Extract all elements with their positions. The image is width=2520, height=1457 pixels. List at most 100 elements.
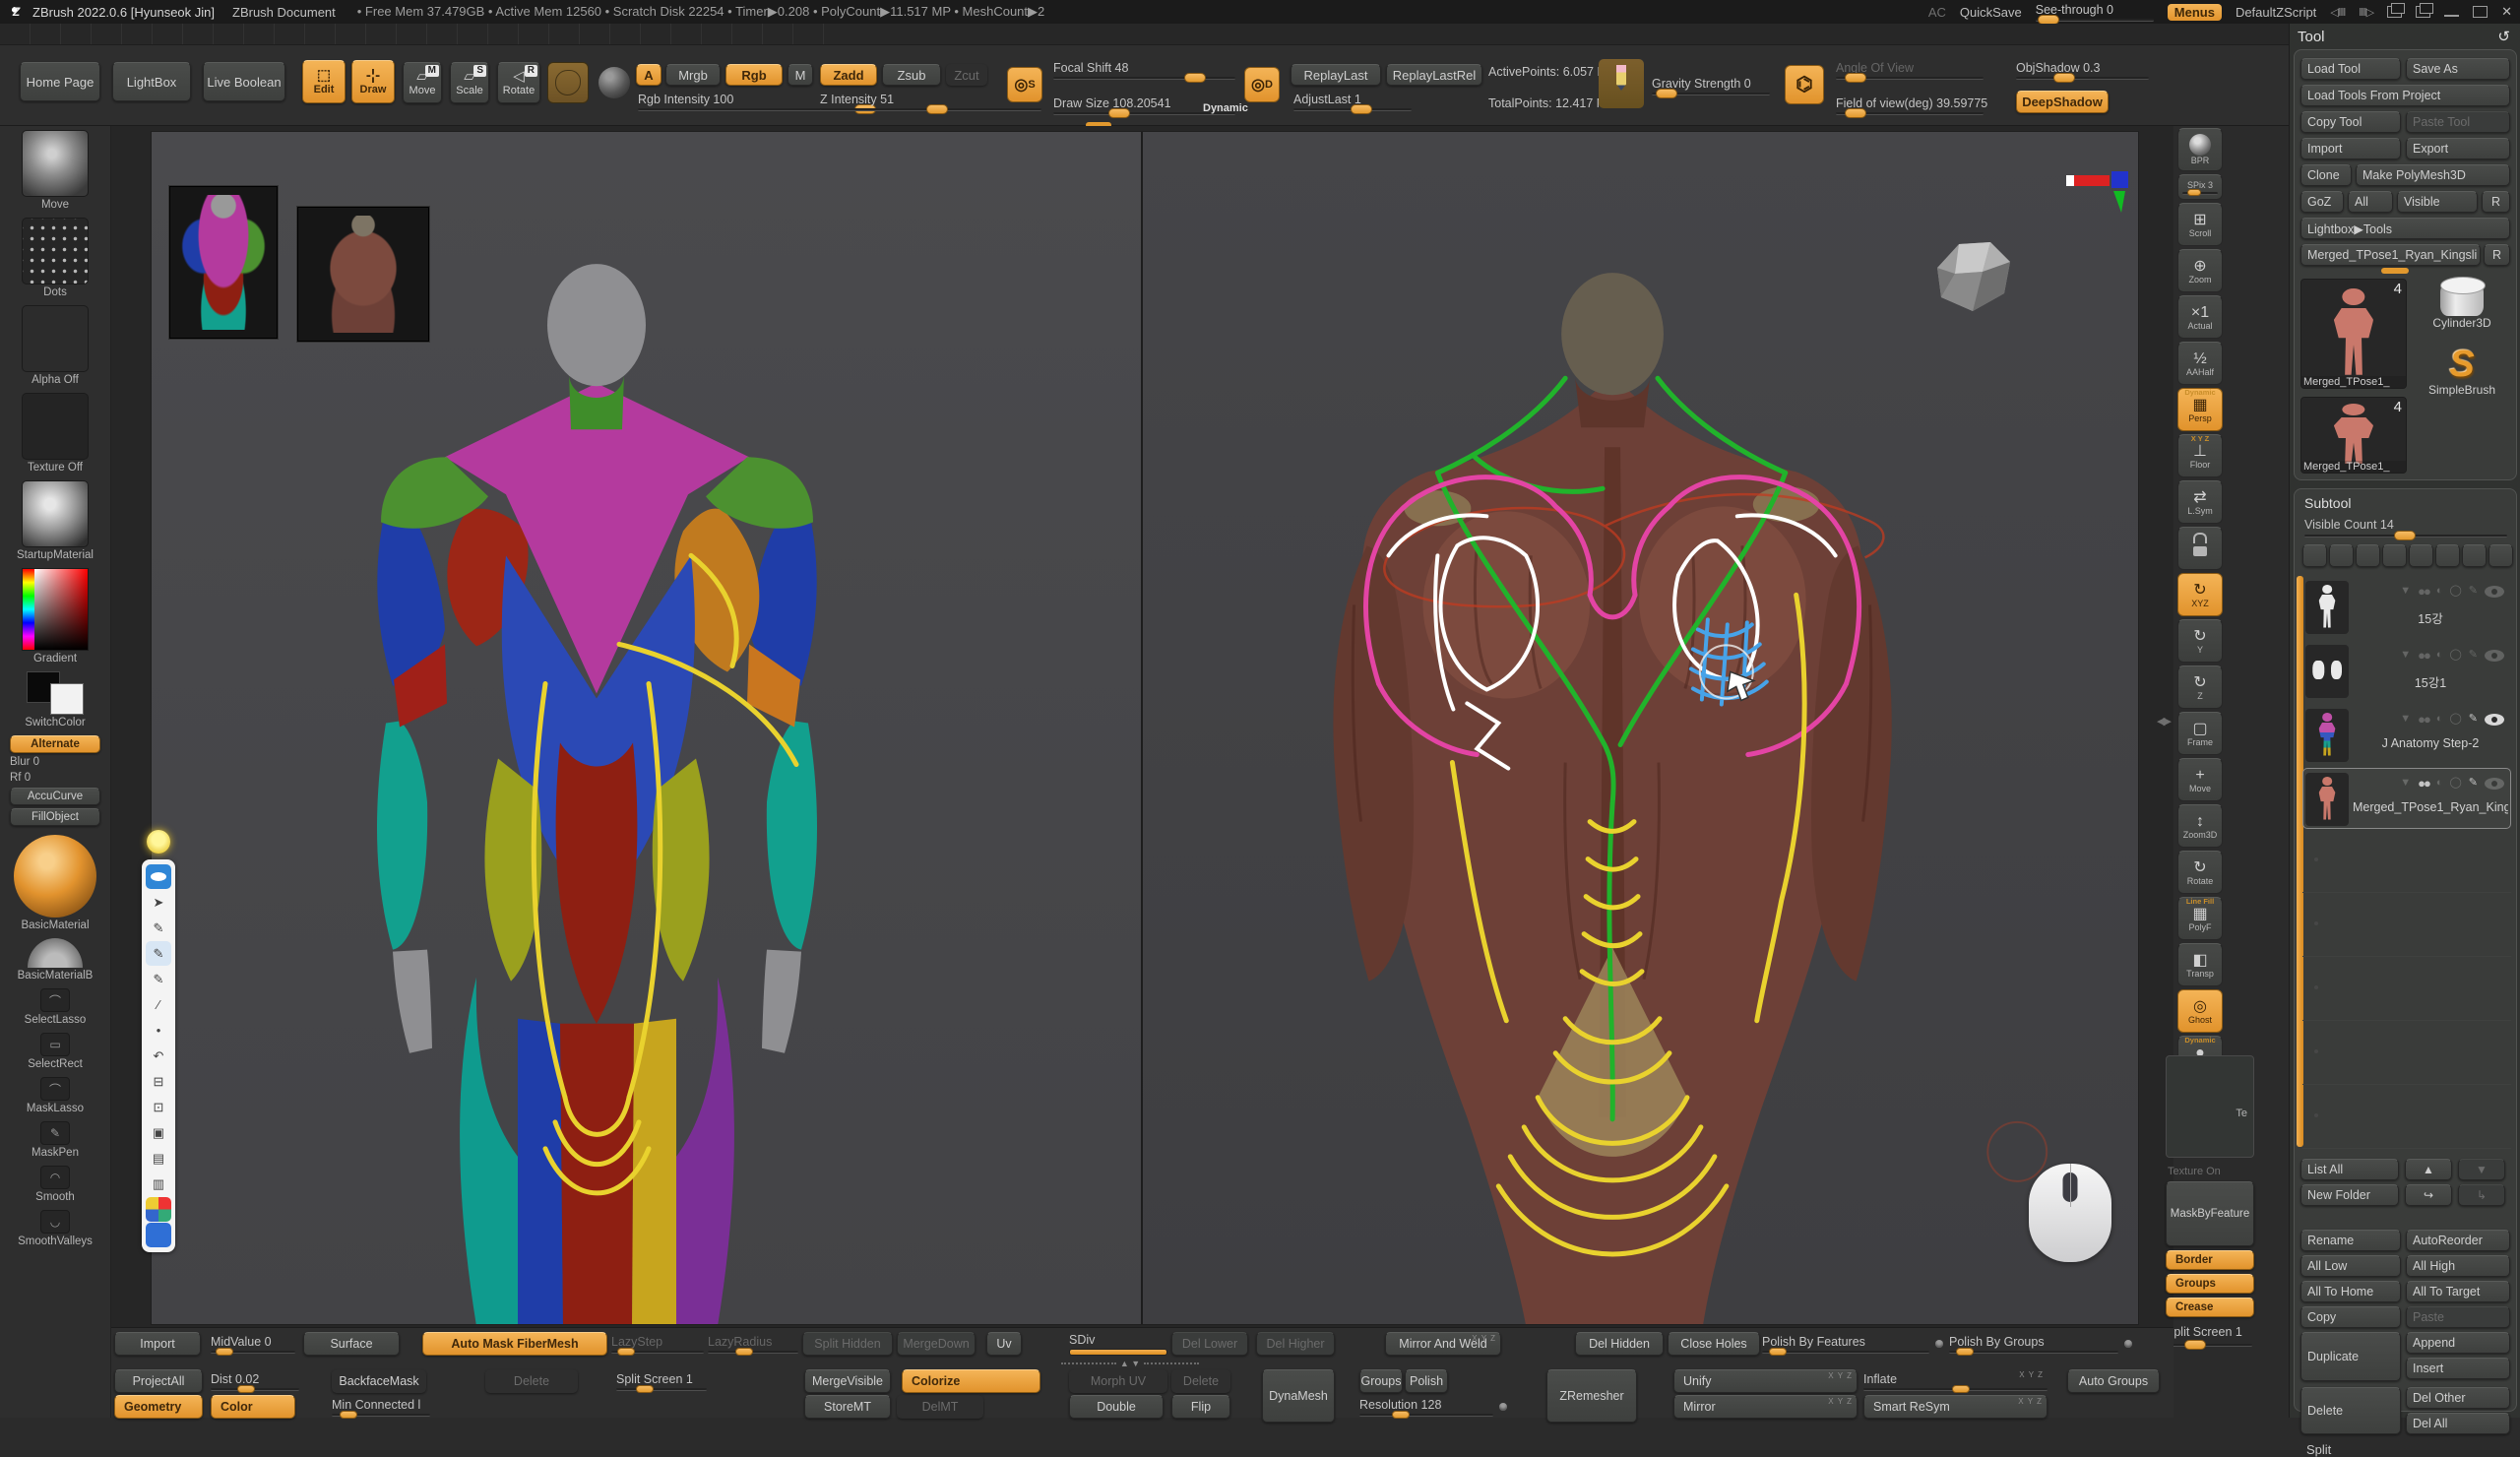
delete-button-2[interactable]: Delete [1171,1369,1230,1393]
annotation-tool[interactable]: • [146,1018,171,1043]
del-hidden-button[interactable]: Del Hidden [1575,1332,1664,1356]
backface-mask-button[interactable]: BackfaceMask [332,1369,426,1393]
edit-button[interactable]: ⬚Edit [302,60,346,103]
current-alpha-thumb[interactable] [22,305,89,372]
insert-button[interactable]: Insert [2406,1358,2510,1379]
mirror-and-weld-button[interactable]: X Y ZMirror And Weld [1385,1332,1501,1356]
copy-subtool-button[interactable]: Copy [2300,1306,2401,1328]
export-button[interactable]: Export [2406,138,2510,159]
menu-item[interactable] [610,24,641,44]
see-through-slider[interactable]: See-through 0 [2036,3,2154,22]
annotation-tool[interactable]: ⊡ [146,1095,171,1119]
visibility-eye-icon[interactable] [2485,714,2504,726]
goz-visible-button[interactable]: Visible [2397,191,2478,213]
current-brush-thumb[interactable] [22,130,89,197]
paint-brush-icon[interactable]: ✎ [2469,586,2478,597]
color-button[interactable]: Color [211,1395,295,1419]
mask-icon[interactable]: ◯ [2449,586,2461,597]
split-hidden-button[interactable]: Split Hidden [802,1332,893,1356]
right-shelf-button[interactable]: ½ AAHalf [2177,342,2223,385]
right-shelf-button[interactable]: + Move [2177,758,2223,801]
annotation-tool[interactable]: ✎ [146,967,171,991]
resolution-slider[interactable]: Resolution 128 [1359,1395,1493,1419]
slider-handle[interactable] [1392,1411,1410,1419]
window-layer-icon[interactable] [2387,6,2402,18]
material-preview-sphere[interactable] [598,67,630,98]
move-up-button[interactable]: ▲ [2405,1159,2452,1180]
subtool-view-tab[interactable] [2462,544,2487,567]
tray-collapse-right-icon[interactable]: ǀǀǀǀ▷ [2359,6,2373,19]
menu-item[interactable] [153,24,183,44]
copy-tool-button[interactable]: Copy Tool [2300,111,2401,133]
menu-item[interactable] [336,24,366,44]
menus-button[interactable]: Menus [2168,4,2222,21]
menu-item[interactable] [305,24,336,44]
project-all-button[interactable]: ProjectAll [114,1369,203,1393]
zsub-button[interactable]: Zsub [882,64,941,86]
annotation-tool[interactable] [146,1223,171,1247]
paint-brush-icon[interactable]: ✎ [2469,778,2478,789]
slider-handle[interactable] [636,1385,654,1393]
menu-item[interactable] [397,24,427,44]
subtool-row[interactable]: ▼ ●● ◐ ◯ ✎ Merged_TPose1_Ryan_Kingslie [2302,768,2511,829]
slider-handle[interactable] [2187,189,2201,196]
palette-reset-icon[interactable]: ↺ [2497,28,2510,45]
draw-button[interactable]: -¦-Draw [351,60,395,103]
tool-r-button[interactable]: R [2484,244,2510,266]
shade-icon[interactable]: ◐ [2436,714,2443,725]
right-shelf-button[interactable]: ◎ Ghost [2177,989,2223,1033]
append-button[interactable]: Append [2406,1332,2510,1354]
del-other-button[interactable]: Del Other [2406,1387,2510,1409]
merge-down-button[interactable]: MergeDown [897,1332,976,1356]
field-of-view-slider[interactable]: Field of view(deg) 39.59775 [1836,96,1984,115]
auto-groups-button[interactable]: Auto Groups [2067,1369,2160,1393]
active-tool-thumb[interactable]: 4 Merged_TPose1_ [2300,279,2407,389]
rotate-button[interactable]: R ◁Rotate [497,62,540,103]
annotation-tool[interactable]: ▤ [146,1146,171,1171]
switch-color-widget[interactable] [27,671,84,715]
basic-material-sphere[interactable] [14,835,96,918]
del-higher-button[interactable]: Del Higher [1256,1332,1335,1356]
polish-by-features-slider[interactable]: Polish By Features [1762,1332,1929,1356]
subtool-row[interactable]: ▼ ●● ◐ ◯ ✎ J Anatomy Step-2 [2302,704,2511,765]
list-move-icon[interactable]: ▼ [2400,778,2411,789]
polypaint-icon[interactable]: ●● [2418,714,2429,725]
alternate-button[interactable]: Alternate [10,735,100,753]
duplicate-button[interactable]: Duplicate [2300,1332,2401,1381]
replay-settings-icon[interactable]: ◎D [1244,67,1280,102]
slider-handle[interactable] [2394,531,2416,540]
list-move-icon[interactable]: ▼ [2400,586,2411,597]
merge-visible-button[interactable]: MergeVisible [804,1369,891,1393]
save-as-button[interactable]: Save As [2406,58,2510,80]
import-button[interactable]: Import [2300,138,2401,159]
annotation-tool[interactable]: ✎ [146,941,171,966]
subtool-row[interactable]: ▼ ●● ◐ ◯ ✎ 15강 [2302,576,2511,637]
subtool-view-tab[interactable] [2488,544,2513,567]
menu-item[interactable] [31,24,61,44]
menu-item[interactable] [641,24,671,44]
mirror-button[interactable]: X Y ZMirror [1673,1395,1858,1419]
polypaint-icon[interactable]: ●● [2418,650,2429,661]
obj-shadow-slider[interactable]: ObjShadow 0.3 [2016,61,2149,80]
smooth-valleys-icon[interactable]: ◡ [40,1210,70,1234]
annotation-tool[interactable]: ➤ [146,890,171,915]
mask-pen-icon[interactable]: ✎ [40,1121,70,1145]
slider-handle[interactable] [2184,1340,2206,1350]
slider-handle[interactable] [926,104,948,114]
annotation-tool[interactable]: ⊟ [146,1069,171,1094]
split-screen-divider[interactable] [1141,132,1143,1324]
menu-item[interactable] [458,24,488,44]
move-into-folder-button[interactable]: ↪ [2405,1184,2452,1206]
border-button[interactable]: Border [2166,1250,2254,1270]
tool-thumb-cylinder[interactable]: Cylinder3D [2413,279,2511,330]
load-tool-button[interactable]: Load Tool [2300,58,2401,80]
double-button[interactable]: Double [1069,1395,1164,1419]
gravity-direction-widget[interactable] [1599,59,1644,108]
m-button[interactable]: M [788,64,813,86]
visibility-eye-icon[interactable] [2485,778,2504,790]
move-button[interactable]: M ▱Move [403,62,442,103]
menu-item[interactable] [580,24,610,44]
zcut-button[interactable]: Zcut [946,64,987,86]
all-high-button[interactable]: All High [2406,1255,2510,1277]
replay-last-button[interactable]: ReplayLast [1291,64,1381,86]
